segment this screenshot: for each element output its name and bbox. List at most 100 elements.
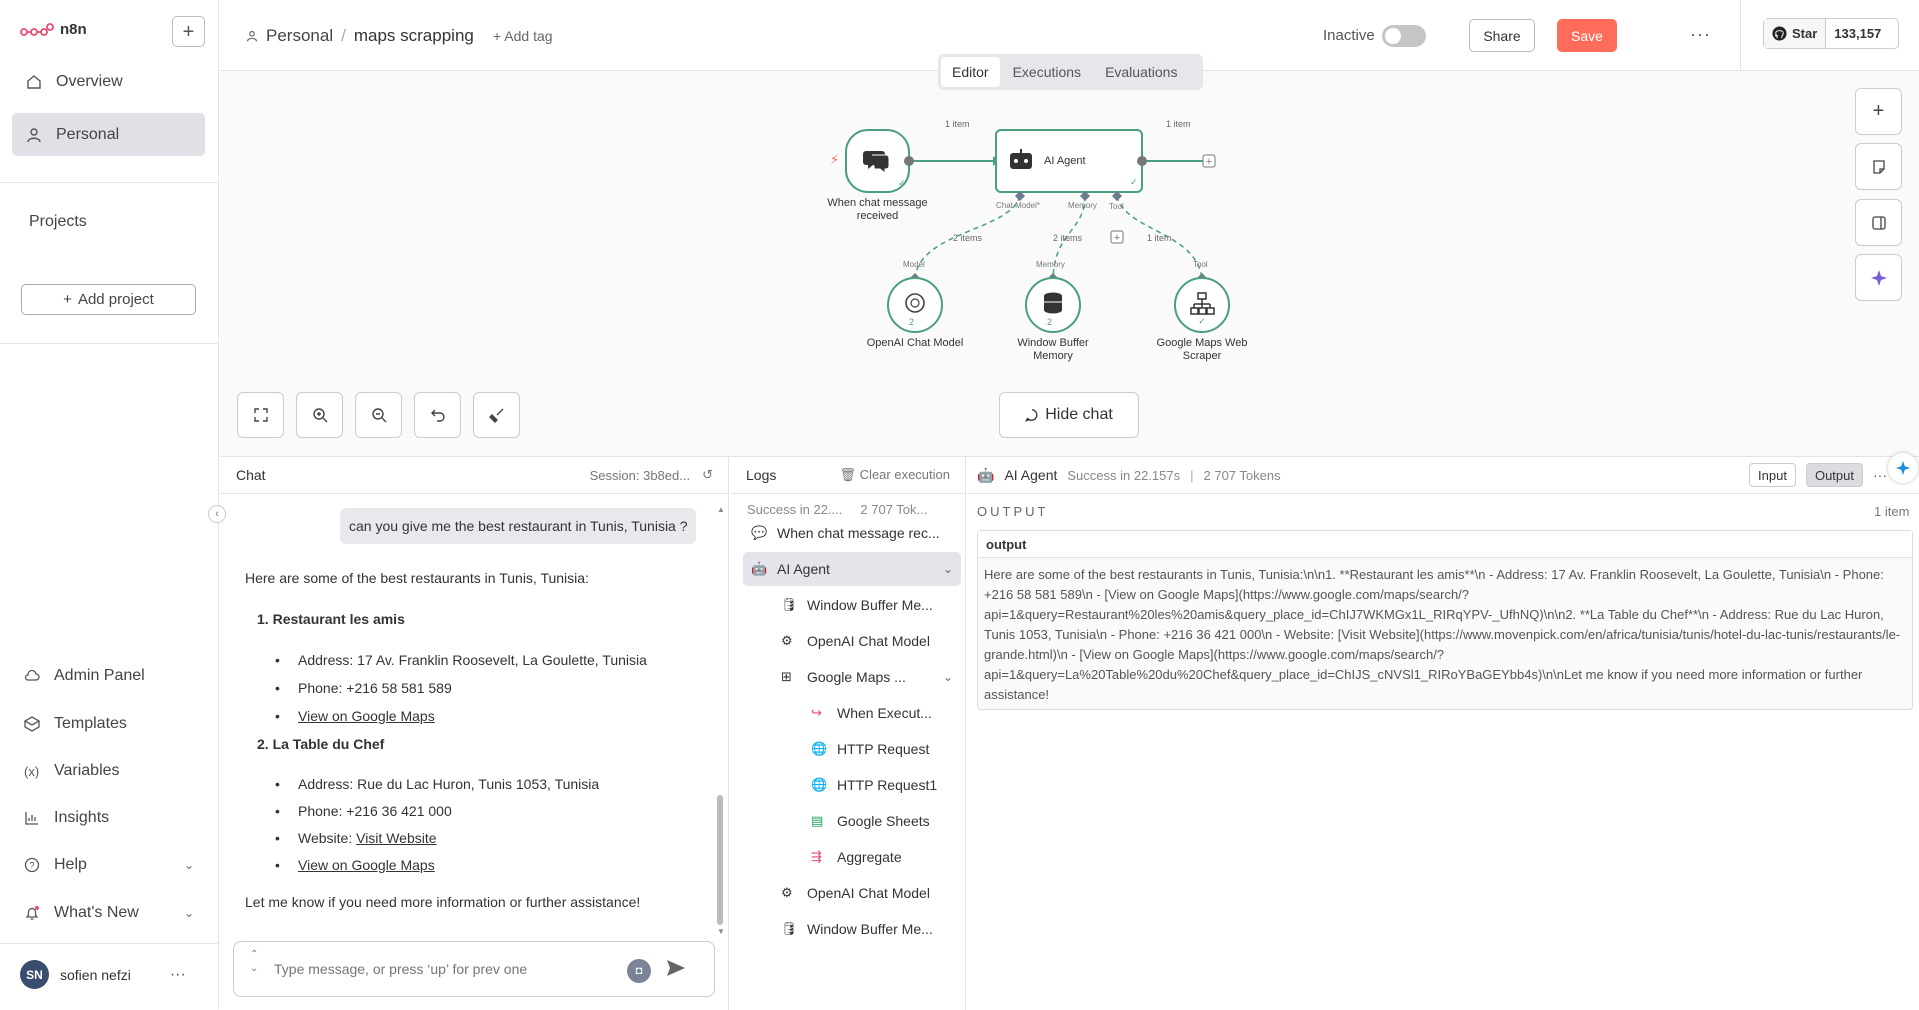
connection-label: 1 item [1166,119,1191,129]
bot-icon[interactable]: ◘ [627,959,651,983]
restaurant-1-maps-link[interactable]: View on Google Maps [298,708,435,724]
ai-assistant-button[interactable] [1855,254,1902,301]
toggle-panel-button[interactable] [1855,199,1902,246]
log-row-label: When Execut... [837,705,932,721]
log-row[interactable]: ⚙ OpenAI Chat Model [743,624,961,658]
zoom-in-button[interactable] [296,392,343,438]
log-row[interactable]: ⇶ Aggregate [743,840,961,874]
undo-button[interactable] [414,392,461,438]
send-icon[interactable] [664,956,688,980]
sidebar-item-personal[interactable]: Personal [12,113,205,156]
create-button[interactable]: + [172,16,205,47]
clear-execution-button[interactable]: 🗑 Clear execution [840,467,950,483]
log-row-label: Window Buffer Me... [807,921,933,937]
restaurant-name: Restaurant les amis [272,611,405,627]
output-port [1137,156,1147,166]
log-row-label: Google Maps ... [807,669,906,685]
log-row[interactable]: 🛢 Window Buffer Me... [743,588,961,622]
tab-evaluations[interactable]: Evaluations [1094,57,1188,87]
output-value[interactable]: Here are some of the best restaurants in… [984,565,1904,705]
restaurant-2-maps-link[interactable]: View on Google Maps [298,857,435,873]
log-row[interactable]: ⊞ Google Maps ... ⌄ [743,660,961,694]
session-id[interactable]: Session: 3b8ed... [590,468,690,483]
robot-icon: 🤖 [751,561,768,576]
log-row[interactable]: 💬 When chat message rec... [743,516,961,550]
restaurant-name: La Table du Chef [272,736,385,752]
sparkle-icon [1870,269,1887,286]
output-json-box: output Here are some of the best restaur… [977,530,1913,710]
input-tab-button[interactable]: Input [1749,463,1796,487]
breadcrumb-separator: / [341,26,346,45]
sidebar-item-whats-new[interactable]: What's New ⌄ [24,904,194,922]
bot-intro: Here are some of the best restaurants in… [245,570,589,586]
history-arrows[interactable]: ⌃ ⌄ [250,948,258,976]
app-logo[interactable]: n8n [20,21,87,38]
chat-input-box: ⌃⌄ ◘ [233,941,715,997]
tab-executions[interactable]: Executions [1002,57,1092,87]
openai-icon: ⚙ [781,633,793,648]
sticky-note-button[interactable] [1855,143,1902,190]
reset-session-icon[interactable]: ↺ [702,467,713,483]
log-row[interactable]: ↪ When Execut... [743,696,961,730]
port-label: Memory [1036,260,1065,269]
sidebar-item-label: Overview [56,72,123,90]
sidebar-item-insights[interactable]: Insights [24,809,194,827]
scroll-thumb[interactable] [717,795,723,925]
fit-view-button[interactable] [237,392,284,438]
connection-label: 2 items [1053,233,1083,243]
chat-message-input[interactable] [274,957,634,981]
sidebar-item-overview[interactable]: Overview [12,60,205,103]
github-star-widget[interactable]: Star 133,157 [1763,18,1899,49]
node-label-memory: Window Buffer Memory [1017,337,1089,362]
log-row-label: AI Agent [777,561,830,577]
workflow-canvas[interactable]: ⚡ ✓ ✓ + + ✓ 1 item 1 item 2 items 2 item… [220,54,1919,456]
output-tab-button[interactable]: Output [1805,463,1863,487]
assistant-bubble[interactable] [1888,453,1918,483]
log-row[interactable]: ⚙ OpenAI Chat Model [743,876,961,910]
github-star-button[interactable]: Star [1764,19,1827,48]
chevron-down-icon[interactable]: ⌄ [943,562,953,576]
chat-scrollbar[interactable]: ▲ ▼ [717,505,725,936]
sticky-note-icon [1872,159,1885,174]
sidebar-item-help[interactable]: ? Help ⌄ [24,856,194,874]
active-toggle[interactable] [1382,25,1426,47]
workflow-name[interactable]: maps scrapping [354,26,474,46]
plus-icon: + [63,291,72,308]
log-row[interactable]: 🌐 HTTP Request1 [743,768,961,802]
run-count-badge: 2 [1047,317,1053,327]
save-button[interactable]: Save [1557,19,1617,52]
breadcrumb-project[interactable]: Personal [266,26,333,46]
more-options-icon[interactable]: ··· [170,966,186,984]
hide-chat-button[interactable]: Hide chat [999,392,1139,438]
logs-tokens: 2 707 Tok... [860,502,928,517]
collapse-chat-button[interactable]: ‹ [208,505,226,523]
robot-icon: 🤖 [977,466,995,483]
more-options-icon[interactable]: ··· [1873,467,1887,483]
more-options-icon[interactable]: ··· [1690,24,1711,45]
share-button[interactable]: Share [1469,19,1535,52]
sidebar-item-admin-panel[interactable]: Admin Panel [24,667,194,685]
add-project-button[interactable]: + Add project [21,284,196,315]
avatar: SN [20,960,49,989]
tab-editor[interactable]: Editor [941,57,1000,87]
chevron-down-icon[interactable]: ⌄ [943,670,953,684]
view-tabs: Editor Executions Evaluations [938,54,1203,90]
log-row[interactable]: 🤖 AI Agent ⌄ [743,552,961,586]
sidebar-item-templates[interactable]: Templates [24,715,194,733]
sparkle-icon [1895,460,1911,476]
log-row-label: OpenAI Chat Model [807,633,930,649]
user-menu[interactable]: SN sofien nefzi ··· [20,960,186,989]
tidy-up-button[interactable] [473,392,520,438]
zoom-out-button[interactable] [355,392,402,438]
add-node-button[interactable]: + [1855,88,1902,135]
log-row[interactable]: 🌐 HTTP Request [743,732,961,766]
log-row-label: Window Buffer Me... [807,597,933,613]
output-field-header: output [978,531,1912,558]
output-node-name: AI Agent [1004,467,1058,483]
log-row[interactable]: 🛢 Window Buffer Me... [743,912,961,946]
fullscreen-icon [253,408,268,422]
log-row[interactable]: ▤ Google Sheets [743,804,961,838]
sidebar-item-variables[interactable]: (x) Variables [24,762,194,780]
website-link[interactable]: Visit Website [356,830,436,846]
add-tag-button[interactable]: + Add tag [493,28,553,44]
